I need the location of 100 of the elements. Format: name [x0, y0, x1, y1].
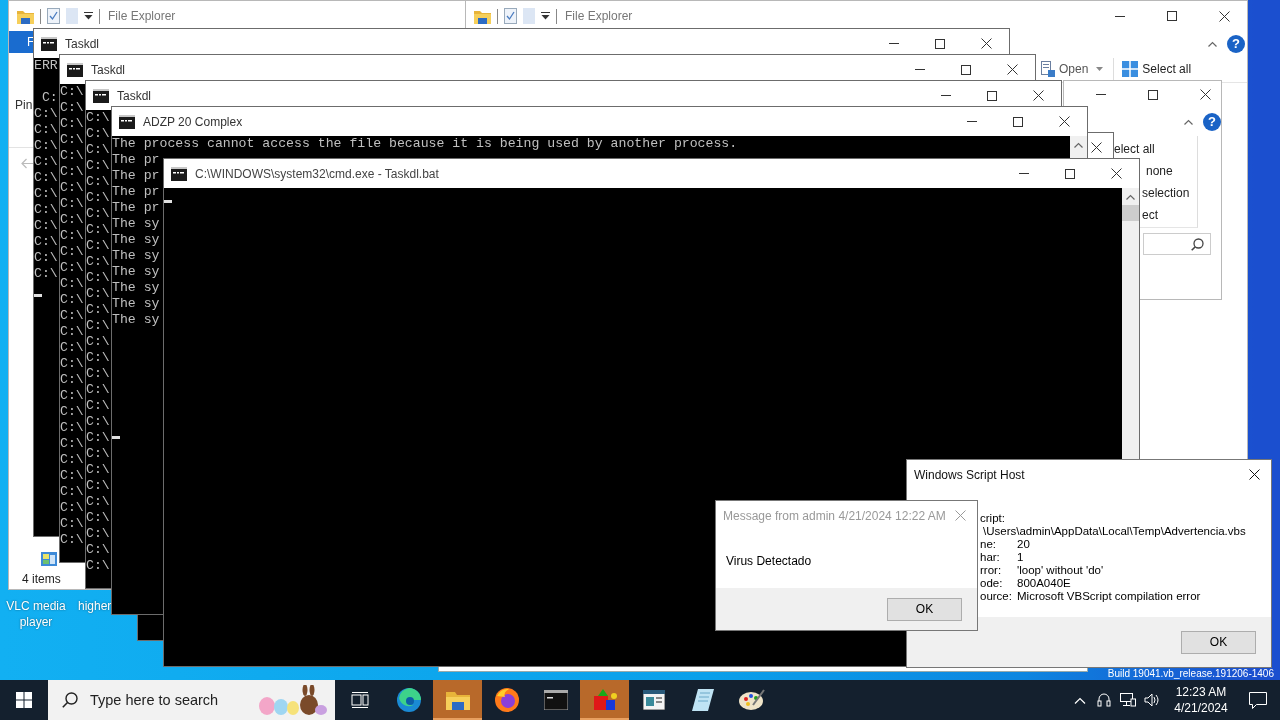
cube-icon [591, 688, 618, 712]
maximize-icon [1148, 89, 1158, 100]
console-line: The sy [112, 248, 160, 264]
caret-icon[interactable] [84, 12, 93, 20]
console-line: C:\ [86, 158, 110, 174]
search-field[interactable]: Type here to search [88, 691, 257, 709]
window-title: Taskdl [117, 88, 151, 103]
field-label: ode: [980, 577, 1004, 590]
field-label: ne: [980, 538, 997, 551]
grid-icon [1122, 61, 1139, 77]
scroll-thumb[interactable] [1122, 205, 1139, 221]
search-icon [62, 692, 78, 708]
task-view-icon [350, 692, 369, 708]
console-icon [93, 88, 109, 103]
console-line: C:\ [60, 308, 84, 324]
console-line: C:\ [60, 452, 84, 468]
console-line: C:\ [86, 526, 110, 542]
console-line: ERR [34, 58, 58, 74]
ribbon-button[interactable]: Select all [1122, 58, 1192, 80]
console-line: C:\ [86, 350, 110, 366]
console-line: C:\ [86, 366, 110, 382]
minimize-icon [1019, 173, 1029, 174]
back-arrow-icon[interactable] [21, 157, 34, 169]
console-line: C:\ [60, 500, 84, 516]
maximize-icon [1167, 11, 1177, 21]
console-line: C:\ [34, 138, 58, 154]
ribbon-button[interactable]: ect [1142, 204, 1197, 226]
console-line: C:\ [60, 532, 84, 548]
close-icon [1032, 90, 1044, 101]
window-title: File Explorer [108, 9, 176, 23]
console-line: The process cannot access the file because it is being used by another process. [112, 136, 738, 152]
window-icon [642, 690, 665, 710]
ribbon-label[interactable]: Pin [15, 98, 33, 112]
ribbon-button[interactable]: selection [1142, 182, 1197, 204]
console-line: C:\ [86, 238, 110, 254]
maximize-icon [961, 64, 971, 75]
console-line: C:\ [34, 266, 58, 282]
ok-button[interactable]: OK [1181, 630, 1256, 654]
console-line: C:\ [34, 170, 58, 186]
close-icon [1006, 64, 1018, 75]
caret-icon[interactable] [541, 12, 550, 20]
console-line: C:\ [60, 84, 84, 100]
page-icon [66, 8, 78, 24]
network-icon[interactable] [1120, 693, 1136, 707]
console-line: C:\ [60, 484, 84, 500]
console-line: C:\ [60, 356, 84, 372]
clock-button[interactable]: 12:23 AM 4/21/2024 [1166, 684, 1236, 716]
scroll-up-icon[interactable] [1074, 142, 1083, 148]
console-line: C:\ [86, 510, 110, 526]
scroll-up-icon[interactable] [1126, 194, 1135, 200]
ribbon-button[interactable]: elect all [1114, 138, 1197, 160]
search-icon [1191, 237, 1204, 251]
console-line: C:\ [86, 126, 110, 142]
ok-button[interactable]: OK [887, 597, 962, 621]
console-line: C:\ [34, 250, 58, 266]
folder-icon [445, 690, 470, 710]
console-line: C:\ [86, 254, 110, 270]
console-line: C:\ [60, 132, 84, 148]
console-line: C:\ [86, 222, 110, 238]
search-box[interactable]: Type here to search [48, 680, 335, 720]
volume-icon[interactable] [1144, 693, 1160, 707]
field-label: ource: [980, 590, 1013, 603]
close-icon [1199, 89, 1211, 100]
console-line: The sy [112, 264, 160, 280]
picture-file-icon [41, 552, 57, 566]
console-line: C:\ [34, 186, 58, 202]
folder-icon [474, 8, 491, 24]
minimize-icon [967, 121, 977, 122]
console-line: C:\ [60, 276, 84, 292]
help-button[interactable]: ? [1227, 34, 1245, 53]
chevron-up-icon[interactable] [1208, 40, 1217, 47]
browser-icon [494, 688, 519, 712]
console-icon [41, 36, 57, 51]
help-button[interactable]: ? [1203, 113, 1221, 131]
headset-icon[interactable] [1097, 693, 1111, 707]
window-title: C:\WINDOWS\system32\cmd.exe - Taskdl.bat [195, 166, 439, 181]
close-icon [1091, 142, 1102, 153]
close-icon [980, 38, 992, 49]
console-line: C:\ [60, 516, 84, 532]
speech-bubble-icon [1249, 691, 1267, 709]
window-title: Taskdl [91, 62, 125, 77]
close-icon [954, 510, 966, 521]
field-value: \Users\admin\AppData\Local\Temp\Advertencia.vbs [982, 525, 1247, 538]
console-line: C:\ [34, 106, 58, 122]
status-text: 4 items [21, 571, 62, 588]
console-line: C:\ [34, 202, 58, 218]
ribbon-button[interactable]: none [1146, 160, 1197, 182]
search-field[interactable] [1143, 233, 1211, 255]
console-line: C:\ [60, 180, 84, 196]
console-line: C:\ [86, 414, 110, 430]
console-line: C:\ [60, 324, 84, 340]
console-line: The sy [112, 312, 160, 328]
maximize-icon [1065, 168, 1075, 179]
checked-page-icon [504, 8, 517, 24]
close-icon [1248, 469, 1260, 480]
window-title: Message from admin 4/21/2024 12:22 AM [723, 508, 946, 523]
browser-icon [396, 688, 421, 712]
chevron-up-icon[interactable] [1184, 119, 1193, 125]
close-icon [1058, 116, 1070, 127]
console-line: C:\ [60, 340, 84, 356]
